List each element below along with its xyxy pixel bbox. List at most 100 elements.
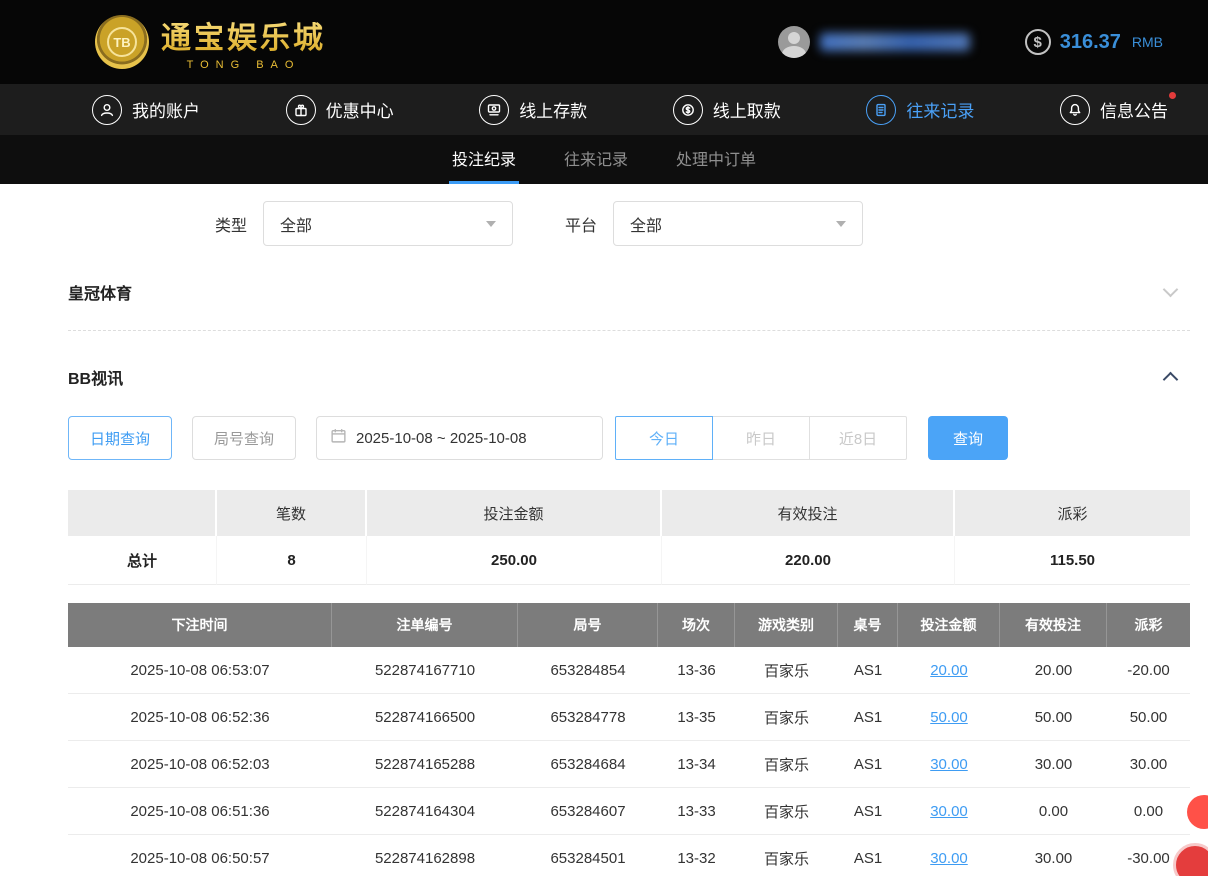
round-query-button[interactable]: 局号查询	[192, 416, 296, 460]
col-payout: 派彩	[1107, 603, 1190, 647]
summary-header-count: 笔数	[217, 490, 367, 536]
search-button[interactable]: 查询	[928, 416, 1008, 460]
chevron-down-icon	[486, 221, 496, 227]
crown-sports-title: 皇冠体育	[68, 280, 132, 304]
balance-currency: RMB	[1132, 34, 1163, 50]
withdraw-icon	[673, 95, 703, 125]
bet-amount-link[interactable]: 30.00	[930, 850, 968, 867]
table-header-row: 下注时间 注单编号 局号 场次 游戏类别 桌号 投注金额 有效投注 派彩	[68, 603, 1190, 647]
session: 13-36	[658, 647, 735, 694]
nav-item-promotions[interactable]: 优惠中心	[286, 95, 394, 125]
round-number: 653284778	[518, 694, 658, 741]
username-redacted	[820, 33, 970, 51]
nav-item-records[interactable]: 往来记录	[866, 95, 974, 125]
user-account[interactable]	[778, 26, 970, 58]
bet-time: 2025-10-08 06:52:36	[68, 694, 332, 741]
balance-display: $ 316.37 RMB	[1025, 29, 1163, 55]
chevron-down-icon	[836, 221, 846, 227]
table-row: 2025-10-08 06:50:57 522874162898 6532845…	[68, 835, 1190, 876]
nav-item-withdraw[interactable]: 线上取款	[673, 95, 781, 125]
type-select[interactable]: 全部	[263, 201, 513, 246]
sub-tabs: 投注纪录 往来记录 处理中订单	[0, 135, 1208, 184]
top-bar: TB 通宝娱乐城 TONG BAO $ 316.37 RMB	[0, 0, 1208, 84]
logo-badge: TB	[107, 27, 137, 57]
date-range-picker[interactable]: 2025-10-08 ~ 2025-10-08	[316, 416, 603, 460]
nav-label: 往来记录	[906, 97, 974, 122]
poker-chip-icon: TB	[95, 15, 149, 69]
table-number: AS1	[838, 835, 898, 876]
summary-header-bet-amount: 投注金额	[367, 490, 662, 536]
recent-8-days-button[interactable]: 近8日	[809, 416, 907, 460]
game-type: 百家乐	[735, 647, 838, 694]
order-number: 522874167710	[332, 647, 518, 694]
table-row: 2025-10-08 06:51:36 522874164304 6532846…	[68, 788, 1190, 835]
tab-processing-orders[interactable]: 处理中订单	[673, 135, 759, 184]
round-number: 653284501	[518, 835, 658, 876]
yesterday-button[interactable]: 昨日	[712, 416, 810, 460]
bb-video-title: BB视讯	[68, 365, 123, 389]
bet-amount-link[interactable]: 30.00	[930, 803, 968, 820]
type-select-value: 全部	[280, 212, 312, 236]
valid-bet: 0.00	[1000, 788, 1107, 835]
summary-header-valid-bet: 有效投注	[662, 490, 955, 536]
bet-time: 2025-10-08 06:53:07	[68, 647, 332, 694]
type-label: 类型	[215, 212, 247, 236]
valid-bet: 30.00	[1000, 835, 1107, 876]
bet-amount-link[interactable]: 20.00	[930, 662, 968, 679]
table-number: AS1	[838, 741, 898, 788]
nav-label: 线上取款	[713, 97, 781, 122]
col-valid-bet: 有效投注	[1000, 603, 1107, 647]
tab-transaction-records[interactable]: 往来记录	[561, 135, 631, 184]
query-bar: 日期查询 局号查询 2025-10-08 ~ 2025-10-08 今日 昨日 …	[68, 416, 1190, 460]
chevron-down-icon[interactable]	[1163, 282, 1179, 298]
col-bet-time: 下注时间	[68, 603, 332, 647]
logo-title: 通宝娱乐城	[161, 13, 326, 57]
section-crown-sports[interactable]: 皇冠体育	[68, 280, 1190, 304]
table-row: 2025-10-08 06:52:36 522874166500 6532847…	[68, 694, 1190, 741]
calendar-icon	[330, 427, 347, 449]
session: 13-33	[658, 788, 735, 835]
summary-header-row: 笔数 投注金额 有效投注 派彩	[68, 490, 1190, 536]
platform-select[interactable]: 全部	[613, 201, 863, 246]
table-row: 2025-10-08 06:52:03 522874165288 6532846…	[68, 741, 1190, 788]
valid-bet: 50.00	[1000, 694, 1107, 741]
nav-item-announcements[interactable]: 信息公告	[1060, 95, 1168, 125]
round-number: 653284607	[518, 788, 658, 835]
platform-label: 平台	[565, 212, 597, 236]
page-root: TB 通宝娱乐城 TONG BAO $ 316.37 RMB 我的账	[0, 0, 1208, 876]
date-query-button[interactable]: 日期查询	[68, 416, 172, 460]
bet-records-table: 下注时间 注单编号 局号 场次 游戏类别 桌号 投注金额 有效投注 派彩 202…	[68, 603, 1190, 876]
chevron-up-icon[interactable]	[1163, 371, 1179, 387]
table-number: AS1	[838, 647, 898, 694]
nav-item-my-account[interactable]: 我的账户	[92, 95, 200, 125]
bet-amount-link[interactable]: 30.00	[930, 756, 968, 773]
nav-item-deposit[interactable]: 线上存款	[479, 95, 587, 125]
dollar-icon: $	[1025, 29, 1051, 55]
nav-label: 信息公告	[1100, 97, 1168, 122]
col-round-number: 局号	[518, 603, 658, 647]
summary-total-row: 总计 8 250.00 220.00 115.50	[68, 536, 1190, 585]
tab-bet-records[interactable]: 投注纪录	[449, 135, 519, 184]
date-range-value: 2025-10-08 ~ 2025-10-08	[356, 430, 527, 447]
summary-header-blank	[68, 490, 217, 536]
balance-amount: 316.37	[1060, 31, 1121, 54]
section-bb-video[interactable]: BB视讯	[68, 365, 1190, 389]
summary-valid-bet-value: 220.00	[662, 536, 955, 585]
nav-label: 我的账户	[132, 97, 200, 122]
bet-amount-link[interactable]: 50.00	[930, 709, 968, 726]
summary-header-payout: 派彩	[955, 490, 1190, 536]
bet-time: 2025-10-08 06:50:57	[68, 835, 332, 876]
bell-icon	[1060, 95, 1090, 125]
game-type: 百家乐	[735, 694, 838, 741]
game-type: 百家乐	[735, 835, 838, 876]
session: 13-32	[658, 835, 735, 876]
today-button[interactable]: 今日	[615, 416, 713, 460]
avatar	[778, 26, 810, 58]
brand-logo[interactable]: TB 通宝娱乐城 TONG BAO	[95, 13, 326, 71]
bet-time: 2025-10-08 06:51:36	[68, 788, 332, 835]
payout: 30.00	[1107, 741, 1190, 788]
round-number: 653284854	[518, 647, 658, 694]
bet-time: 2025-10-08 06:52:03	[68, 741, 332, 788]
table-row: 2025-10-08 06:53:07 522874167710 6532848…	[68, 647, 1190, 694]
col-game-type: 游戏类别	[735, 603, 838, 647]
